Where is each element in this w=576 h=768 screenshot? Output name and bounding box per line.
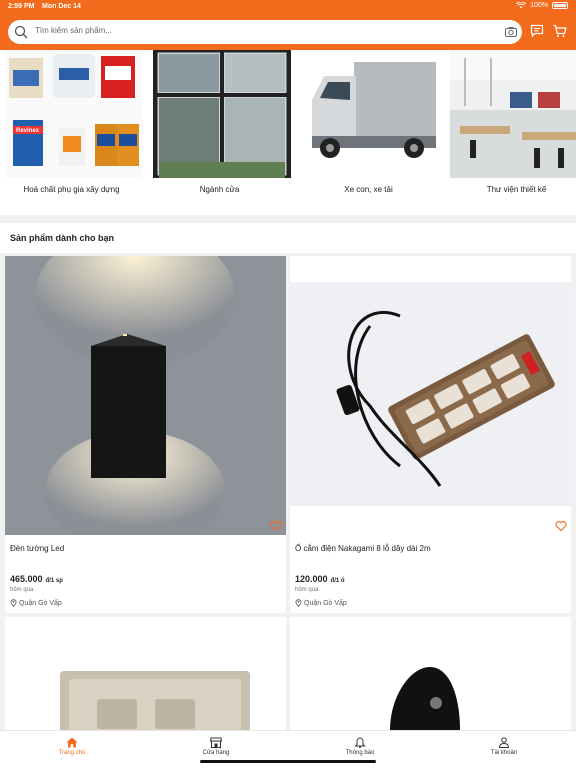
status-indicators: 100% [516,2,568,9]
home-indicator[interactable] [200,760,376,763]
heart-icon[interactable] [555,520,567,532]
category-label: Xe con, xe tải [344,185,393,194]
category-image: Revinex [5,50,143,178]
category-label: Hoá chất phụ gia xây dựng [23,185,120,194]
status-time: 2:59 PM [8,3,35,10]
app-header: 2:59 PM Mon Dec 14 100% Tìm kiếm sản phẩ… [0,0,576,50]
price-value: 465.000 [10,574,43,584]
category-vehicles[interactable]: Xe con, xe tải [297,50,440,215]
search-icon [14,25,28,39]
category-image [450,50,576,178]
tab-home[interactable]: Trang chủ [32,737,112,756]
user-icon [498,737,510,748]
status-bar: 2:59 PM Mon Dec 14 100% [0,0,576,14]
product-name: Ổ cắm điện Nakagami 8 lỗ dây dài 2m [295,544,431,553]
bell-icon [354,737,366,748]
section-header: Sản phẩm dành cho bạn [0,223,576,253]
cart-icon[interactable] [553,24,567,38]
price-value: 120.000 [295,574,328,584]
category-doors[interactable]: Ngành cửa [148,50,291,215]
product-location: Quận Gò Vấp [10,599,62,607]
product-time: hôm qua [10,587,34,593]
tab-label: Tài khoản [490,750,518,756]
category-chemicals[interactable]: Revinex Hoá chất phụ gia xây dựng [0,50,143,215]
location-pin-icon [10,599,17,607]
category-label: Thư viện thiết kế [486,185,547,194]
location-pin-icon [295,599,302,607]
product-image [5,617,286,730]
tab-label: Thông báo [345,750,375,756]
price-unit: đ/1 sp [45,578,63,584]
product-card[interactable] [290,617,571,730]
product-image [290,617,571,730]
category-image [153,50,291,178]
tab-account[interactable]: Tài khoản [464,737,544,756]
store-icon [210,737,222,748]
search-bar[interactable]: Tìm kiếm sản phẩm... [8,20,522,44]
product-image [5,256,286,535]
product-location: Quận Gò Vấp [295,599,347,607]
category-design-library[interactable]: Thư viện thiết kế [445,50,576,215]
product-card[interactable]: Ổ cắm điện Nakagami 8 lỗ dây dài 2m 120.… [290,256,571,613]
product-card[interactable] [5,617,286,730]
product-card[interactable]: Đèn tường Led 465.000 đ/1 sp hôm qua Quận… [5,256,286,613]
tab-notifications[interactable]: Thông báo [320,737,400,756]
location-text: Quận Gò Vấp [304,599,347,607]
battery-icon [552,2,568,9]
product-image [290,256,571,535]
category-image [302,50,440,178]
price-unit: đ/1 ổ [330,578,345,584]
camera-icon[interactable] [504,25,518,39]
category-label: Ngành cửa [199,185,240,194]
product-price: 465.000 đ/1 sp [10,574,63,584]
product-price: 120.000 đ/1 ổ [295,574,345,584]
heart-icon[interactable] [270,520,282,532]
section-title: Sản phẩm dành cho bạn [10,233,115,243]
chat-icon[interactable] [530,24,544,38]
battery-percent: 100% [530,2,548,9]
product-time: hôm qua [295,587,319,593]
location-text: Quận Gò Vấp [19,599,62,607]
search-input[interactable]: Tìm kiếm sản phẩm... [35,26,112,35]
status-date: Mon Dec 14 [42,3,81,10]
tab-store[interactable]: Cửa hàng [176,737,256,756]
home-icon [66,737,78,748]
category-strip: Revinex Hoá chất phụ gia xây dựng Ngành … [0,50,576,215]
tab-label: Cửa hàng [202,750,230,756]
wifi-icon [516,2,527,9]
product-brand-label: Revinex [16,128,40,134]
product-name: Đèn tường Led [10,544,65,553]
tab-label: Trang chủ [58,750,86,756]
